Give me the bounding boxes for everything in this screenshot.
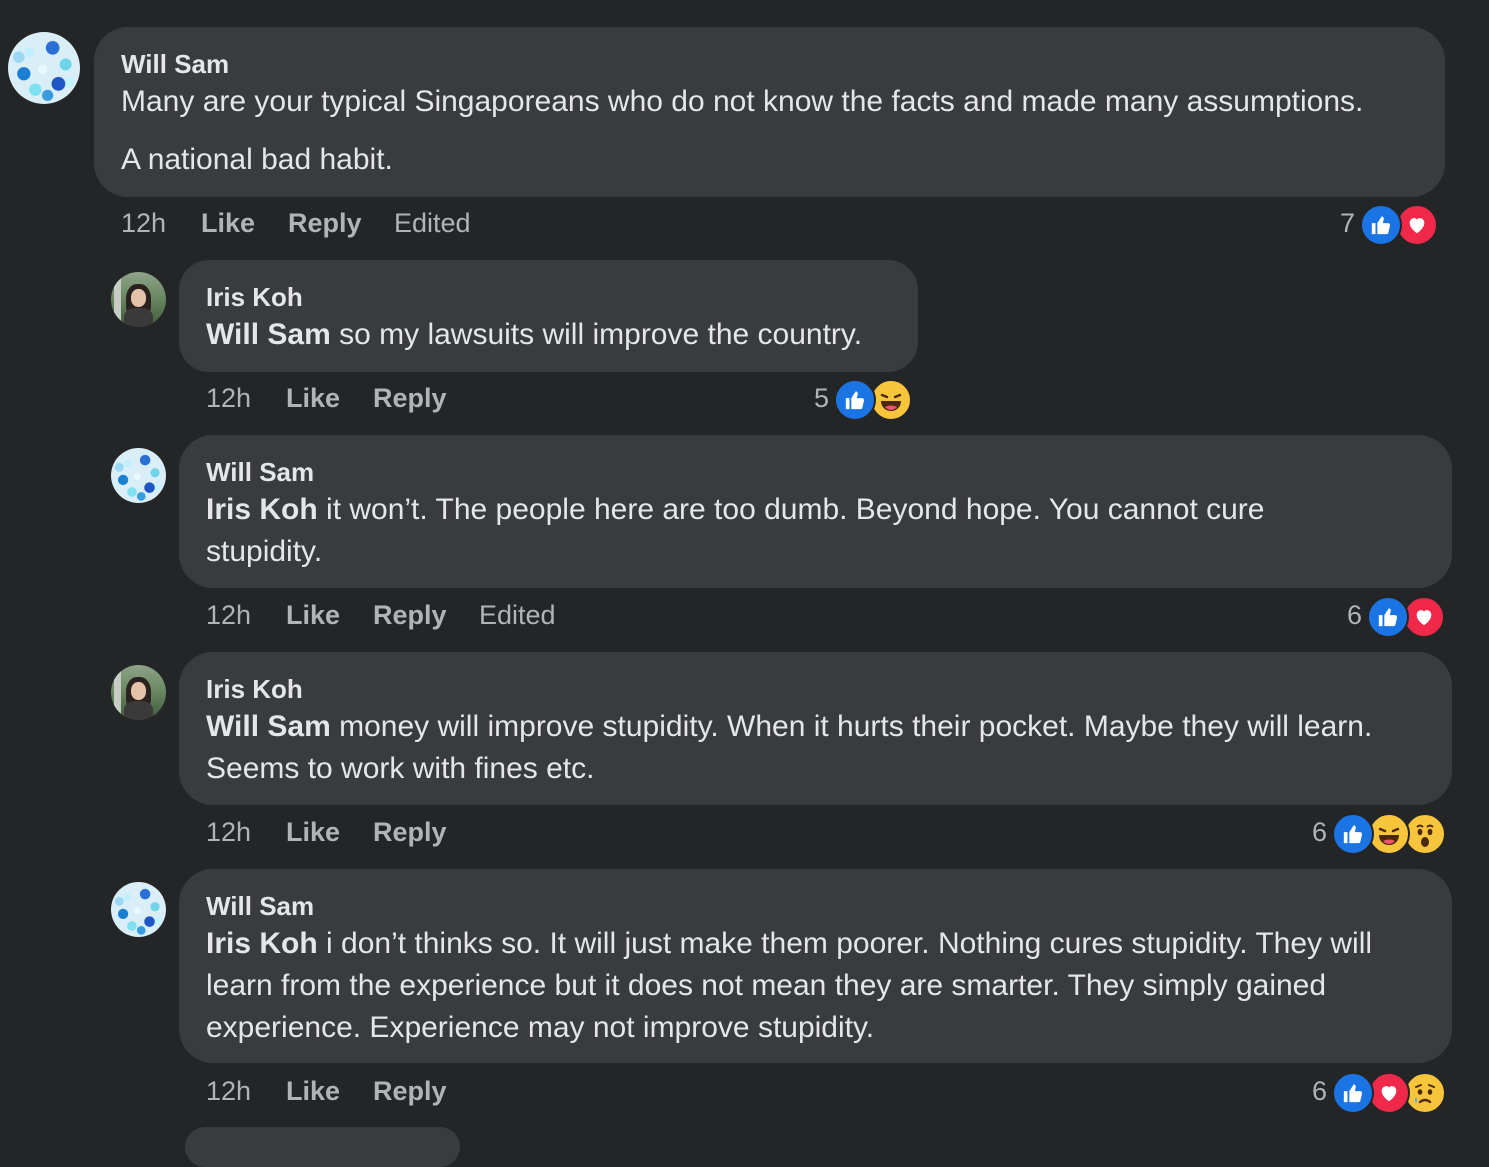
edited-label[interactable]: Edited bbox=[479, 600, 556, 631]
like-button[interactable]: Like bbox=[286, 817, 340, 848]
reply-button[interactable]: Reply bbox=[373, 1076, 447, 1107]
comment-body: it won’t. The people here are too dumb. … bbox=[206, 493, 1265, 568]
like-icon bbox=[1332, 813, 1374, 855]
reaction-count: 7 bbox=[1340, 208, 1356, 238]
avatar[interactable] bbox=[8, 32, 80, 104]
like-button[interactable]: Like bbox=[201, 208, 255, 239]
comment-text: Iris Koh i don’t thinks so. It will just… bbox=[206, 923, 1406, 1049]
comment-bubble: Iris Koh Will Sam so my lawsuits will im… bbox=[179, 260, 918, 372]
comment: Will Sam Iris Koh i don’t thinks so. It … bbox=[0, 865, 1489, 1141]
comment-text: Will Sam money will improve stupidity. W… bbox=[206, 706, 1396, 790]
like-icon bbox=[1332, 1072, 1374, 1114]
comment: Iris Koh Will Sam so my lawsuits will im… bbox=[0, 250, 1489, 430]
reply-button[interactable]: Reply bbox=[288, 208, 362, 239]
love-icon bbox=[1368, 1072, 1410, 1114]
reaction-count: 6 bbox=[1312, 1076, 1328, 1106]
comment-body: i don’t thinks so. It will just make the… bbox=[206, 927, 1373, 1044]
reaction-count: 6 bbox=[1312, 817, 1328, 847]
next-comment-bubble bbox=[185, 1127, 460, 1167]
comment-author[interactable]: Iris Koh bbox=[206, 674, 303, 705]
like-button[interactable]: Like bbox=[286, 383, 340, 414]
comment-text: Will Sam so my lawsuits will improve the… bbox=[206, 314, 906, 356]
reaction-summary[interactable]: 6 bbox=[1312, 813, 1452, 855]
like-icon bbox=[1367, 596, 1409, 638]
avatar[interactable] bbox=[111, 448, 166, 503]
comment-timestamp[interactable]: 12h bbox=[121, 208, 166, 239]
comment-body: money will improve stupidity. When it hu… bbox=[206, 710, 1373, 785]
haha-icon bbox=[870, 379, 912, 421]
edited-label[interactable]: Edited bbox=[394, 208, 471, 239]
love-icon bbox=[1396, 204, 1438, 246]
like-button[interactable]: Like bbox=[286, 1076, 340, 1107]
comment: Will Sam Many are your typical Singapore… bbox=[0, 0, 1489, 250]
comment: Iris Koh Will Sam money will improve stu… bbox=[0, 650, 1489, 865]
comment-timestamp[interactable]: 12h bbox=[206, 600, 251, 631]
mention-link[interactable]: Iris Koh bbox=[206, 927, 318, 960]
comment-bubble: Iris Koh Will Sam money will improve stu… bbox=[179, 652, 1452, 805]
reply-button[interactable]: Reply bbox=[373, 817, 447, 848]
comment: Will Sam Iris Koh it won’t. The people h… bbox=[0, 430, 1489, 650]
mention-link[interactable]: Will Sam bbox=[206, 710, 331, 743]
reaction-summary[interactable]: 5 bbox=[814, 379, 914, 421]
comment-text: Iris Koh it won’t. The people here are t… bbox=[206, 489, 1336, 573]
avatar[interactable] bbox=[111, 272, 166, 327]
reaction-summary[interactable]: 6 bbox=[1347, 596, 1447, 638]
reaction-summary[interactable]: 6 bbox=[1312, 1072, 1452, 1114]
like-button[interactable]: Like bbox=[286, 600, 340, 631]
avatar[interactable] bbox=[111, 882, 166, 937]
comment-timestamp[interactable]: 12h bbox=[206, 817, 251, 848]
comment-author[interactable]: Will Sam bbox=[121, 49, 229, 80]
comment-bubble: Will Sam Many are your typical Singapore… bbox=[94, 27, 1445, 197]
comment-author[interactable]: Will Sam bbox=[206, 891, 314, 922]
avatar[interactable] bbox=[111, 665, 166, 720]
mention-link[interactable]: Iris Koh bbox=[206, 493, 318, 526]
comment-text: Many are your typical Singaporeans who d… bbox=[121, 85, 1364, 118]
reaction-count: 5 bbox=[814, 383, 830, 413]
sad-icon bbox=[1404, 1072, 1446, 1114]
comment-timestamp[interactable]: 12h bbox=[206, 1076, 251, 1107]
comment-bubble: Will Sam Iris Koh i don’t thinks so. It … bbox=[179, 869, 1452, 1063]
comment-text: A national bad habit. bbox=[121, 143, 393, 176]
like-icon bbox=[1360, 204, 1402, 246]
comment-bubble: Will Sam Iris Koh it won’t. The people h… bbox=[179, 435, 1452, 588]
reply-button[interactable]: Reply bbox=[373, 600, 447, 631]
love-icon bbox=[1403, 596, 1445, 638]
like-icon bbox=[834, 379, 876, 421]
reply-button[interactable]: Reply bbox=[373, 383, 447, 414]
haha-icon bbox=[1368, 813, 1410, 855]
reaction-count: 6 bbox=[1347, 600, 1363, 630]
comment-author[interactable]: Will Sam bbox=[206, 457, 314, 488]
reaction-summary[interactable]: 7 bbox=[1340, 204, 1440, 246]
wow-icon bbox=[1404, 813, 1446, 855]
mention-link[interactable]: Will Sam bbox=[206, 318, 331, 351]
comment-body: so my lawsuits will improve the country. bbox=[330, 318, 863, 351]
comment-timestamp[interactable]: 12h bbox=[206, 383, 251, 414]
comment-author[interactable]: Iris Koh bbox=[206, 282, 303, 313]
